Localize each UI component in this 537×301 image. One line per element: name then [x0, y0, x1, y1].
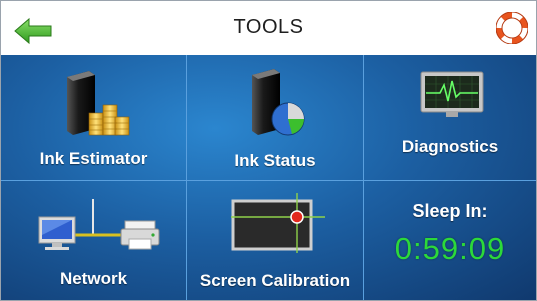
diagnostics-label: Diagnostics	[401, 137, 499, 156]
page-title: TOOLS	[233, 16, 304, 38]
tools-grid: Ink Estimator Ink Status Diagnostics Net…	[1, 55, 536, 300]
screen-calibration-label: Screen Calibration	[199, 271, 351, 290]
ink-status-label: Ink Status	[234, 151, 316, 170]
crosshair-screen-icon	[231, 193, 325, 253]
ink-cartridge-pie-icon	[252, 69, 305, 136]
tools-screen: TOOLS Ink Estimator Ink Status Diagnosti…	[0, 0, 537, 301]
network-tile[interactable]: Network	[1, 181, 187, 300]
computer-printer-network-icon	[38, 199, 160, 250]
ink-estimator-label: Ink Estimator	[39, 149, 148, 168]
diagnostics-tile[interactable]: Diagnostics	[364, 55, 536, 181]
ink-cartridge-coins-icon	[67, 71, 130, 136]
sleep-title: Sleep In:	[412, 201, 488, 221]
sleep-timer-panel: Sleep In: 0:59:09	[364, 181, 536, 300]
header-bar: TOOLS	[1, 1, 536, 55]
sleep-countdown: 0:59:09	[394, 231, 506, 266]
ink-status-tile[interactable]: Ink Status	[187, 55, 364, 181]
screen-calibration-tile[interactable]: Screen Calibration	[187, 181, 364, 300]
heartbeat-monitor-icon	[420, 71, 484, 117]
network-label: Network	[59, 269, 128, 288]
help-button[interactable]	[495, 11, 529, 45]
lifebuoy-icon	[495, 11, 529, 45]
ink-estimator-tile[interactable]: Ink Estimator	[1, 55, 187, 181]
